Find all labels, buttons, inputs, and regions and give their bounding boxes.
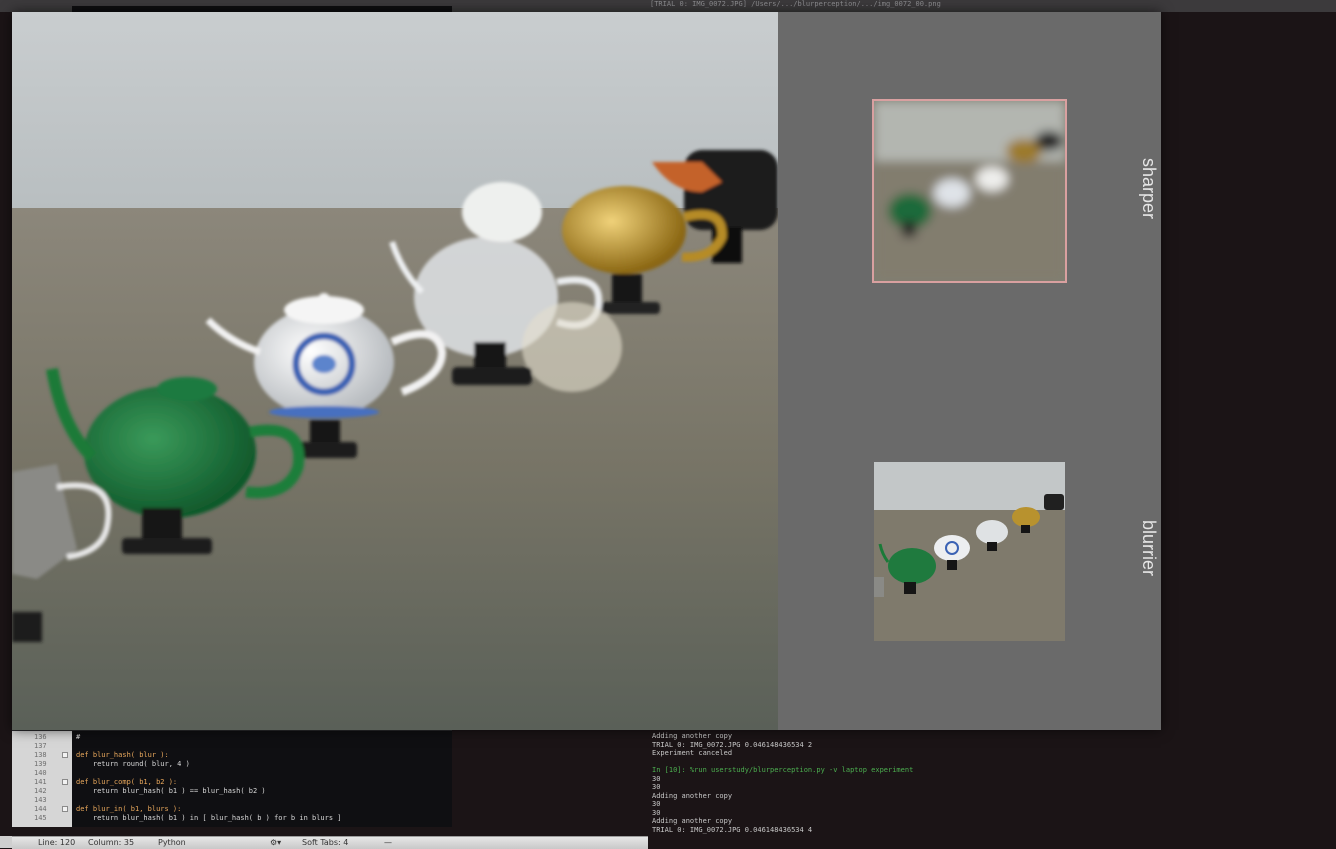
status-column: Column: 35 — [88, 838, 135, 847]
main-teapot-photo — [12, 12, 778, 730]
line-number: 140 — [34, 769, 47, 777]
line-number: 145 — [34, 814, 47, 822]
terminal-line: In [10]: %run userstudy/blurperception.p… — [652, 766, 914, 774]
blurrier-label: blurrier — [1139, 520, 1159, 577]
ipython-terminal[interactable]: Adding another copy TRIAL 0: IMG_0072.JPG… — [648, 730, 1148, 848]
fold-toggle-icon[interactable] — [62, 752, 68, 758]
code-line[interactable]: 139 return round( blur, 4 ) — [12, 760, 452, 769]
code-text: # — [76, 733, 81, 741]
code-line[interactable]: 138 def blur_hash( blur ): — [12, 751, 452, 760]
code-text: def blur_comp( b1, b2 ): — [76, 778, 178, 786]
status-line: Line: 120 — [38, 838, 76, 847]
terminal-line: Adding another copy — [652, 817, 733, 825]
terminal-line: Adding another copy — [652, 791, 733, 800]
terminal-line: TRIAL 0: IMG_0072.JPG 0.046148436534 4 — [652, 825, 813, 834]
code-line[interactable]: 144 def blur_in( b1, blurs ): — [12, 805, 452, 814]
code-editor[interactable]: 136 #137 138 def blur_hash( blur ): 139 retu… — [12, 730, 452, 827]
code-line[interactable]: 143 — [12, 796, 452, 805]
code-text: return blur_hash( b1 ) in [ blur_hash( b… — [76, 814, 342, 822]
terminal-line: 30 — [652, 774, 661, 783]
language-selector[interactable]: Python — [158, 838, 186, 847]
line-number: 136 — [34, 733, 47, 741]
terminal-path-line: [TRIAL 0: IMG_0072.JPG] /Users/.../blurp… — [650, 0, 941, 8]
line-number: 139 — [34, 760, 47, 768]
terminal-line: TRIAL 0: IMG_0072.JPG 0.046148436534 2 — [652, 740, 813, 749]
code-line[interactable]: 145 return blur_hash( b1 ) in [ blur_has… — [12, 814, 452, 823]
terminal-line: Adding another copy — [652, 732, 733, 740]
code-line[interactable]: 136 # — [12, 733, 452, 742]
gear-icon[interactable]: ⚙▾ — [270, 838, 281, 847]
code-line[interactable]: 140 — [12, 769, 452, 778]
terminal-line: 30 — [652, 783, 661, 791]
code-line[interactable]: 137 — [12, 742, 452, 751]
soft-tabs-selector[interactable]: Soft Tabs: 4 — [302, 838, 348, 847]
fold-toggle-icon[interactable] — [62, 806, 68, 812]
code-text: def blur_hash( blur ): — [76, 751, 169, 759]
fold-toggle-icon[interactable] — [62, 779, 68, 785]
code-text: return blur_hash( b1 ) == blur_hash( b2 … — [76, 787, 266, 795]
symbol-selector[interactable]: — — [384, 838, 392, 847]
blurrier-choice-thumbnail[interactable] — [874, 462, 1065, 641]
line-number: 144 — [34, 805, 47, 813]
code-line[interactable]: 142 return blur_hash( b1 ) == blur_hash(… — [12, 787, 452, 796]
terminal-line: Experiment canceled — [652, 749, 733, 757]
terminal-line: 30 — [652, 800, 661, 808]
line-number: 143 — [34, 796, 47, 804]
code-text: def blur_in( b1, blurs ): — [76, 805, 182, 813]
sharper-label: sharper — [1139, 158, 1159, 220]
blur-experiment-window: sharper blurrier — [12, 12, 1161, 730]
line-number: 141 — [34, 778, 47, 786]
top-strip: [TRIAL 0: IMG_0072.JPG] /Users/.../blurp… — [0, 0, 1336, 12]
code-line[interactable]: 141 def blur_comp( b1, b2 ): — [12, 778, 452, 787]
editor-status-bar: Line: 120 Column: 35 Python ⚙▾ Soft Tabs… — [12, 836, 648, 849]
line-number: 137 — [34, 742, 47, 750]
line-number: 142 — [34, 787, 47, 795]
code-text: return round( blur, 4 ) — [76, 760, 190, 768]
terminal-line: 30 — [652, 808, 661, 817]
sharper-choice-thumbnail[interactable] — [872, 99, 1067, 283]
line-number: 138 — [34, 751, 47, 759]
